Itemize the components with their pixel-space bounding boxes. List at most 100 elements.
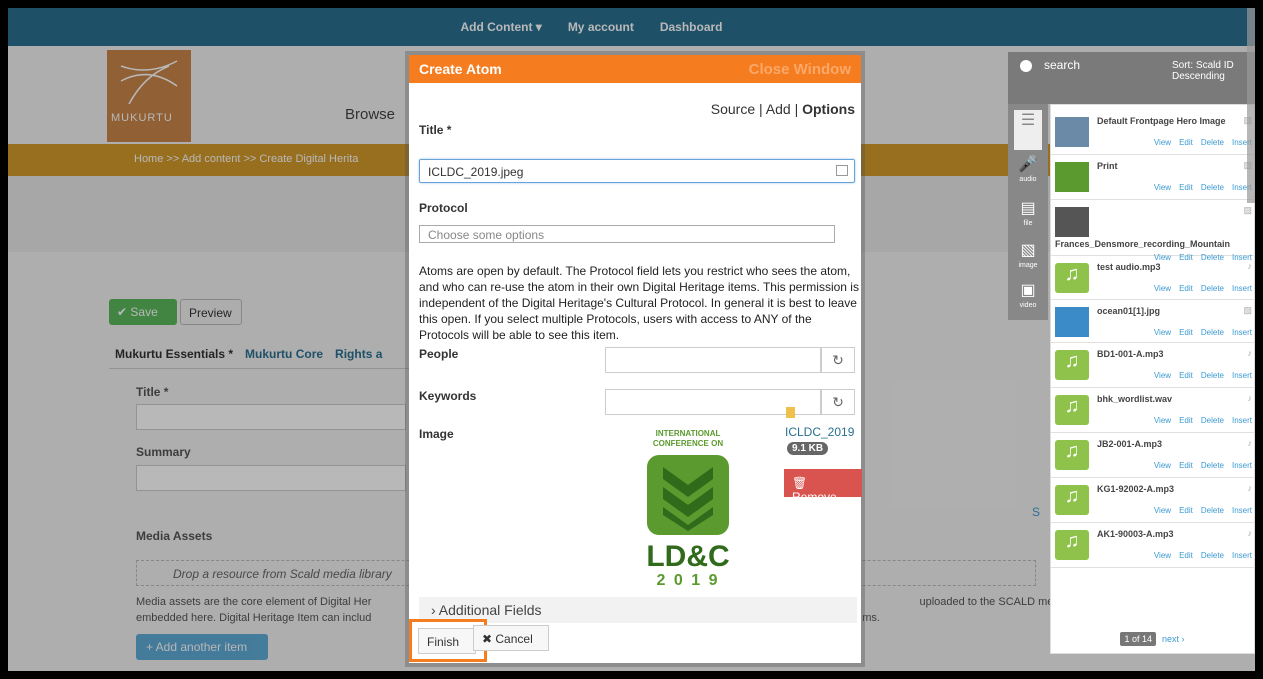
library-action-view[interactable]: View [1154, 551, 1171, 560]
scald-library: Default Frontpage Hero Image ▨ View Edit Del… [1050, 104, 1255, 654]
microphone-icon: ♪ [1247, 438, 1253, 448]
add-link[interactable]: Add [766, 101, 791, 117]
library-action-insert[interactable]: Insert [1232, 416, 1252, 425]
microphone-icon: ♪ [1247, 528, 1253, 538]
library-action-delete[interactable]: Delete [1201, 328, 1224, 337]
library-item[interactable]: ♫ JB2-001-A.mp3 ♪ View Edit Delete Insert [1051, 434, 1255, 478]
people-refresh-icon[interactable]: ↻ [821, 347, 855, 373]
library-action-insert[interactable]: Insert [1232, 328, 1252, 337]
audio-thumb-icon: ♫ [1055, 485, 1089, 515]
library-item[interactable]: Print▨ViewEditDeleteInsert [1051, 156, 1255, 200]
library-action-insert[interactable]: Insert [1232, 506, 1252, 515]
library-item-actions: View Edit Delete Insert [1154, 461, 1252, 470]
library-action-view[interactable]: View [1154, 461, 1171, 470]
library-action-edit[interactable]: Edit [1179, 461, 1193, 470]
library-action-edit[interactable]: Edit [1179, 551, 1193, 560]
search-icon[interactable] [1020, 60, 1032, 72]
modal-body: Source | Add | Options Title * ICLDC_201… [409, 83, 862, 623]
image-caption-top: INTERNATIONAL CONFERENCE ON [652, 429, 724, 448]
source-link[interactable]: Source [711, 101, 755, 117]
people-input[interactable] [605, 347, 821, 373]
type-file[interactable]: ▤ file [1014, 198, 1042, 238]
library-action-view[interactable]: View [1154, 506, 1171, 515]
library-action-insert[interactable]: Insert [1232, 551, 1252, 560]
library-action-view[interactable]: View [1154, 416, 1171, 425]
library-action-view[interactable]: View [1154, 371, 1171, 380]
library-action-edit[interactable]: Edit [1179, 371, 1193, 380]
close-window-link[interactable]: Close Window [749, 61, 851, 78]
library-action-view[interactable]: View [1154, 138, 1171, 147]
library-action-view[interactable]: View [1154, 284, 1171, 293]
library-item-name: Print [1097, 161, 1118, 171]
type-audio[interactable]: 🎤 audio [1014, 154, 1042, 194]
search-label[interactable]: search [1044, 58, 1080, 72]
protocol-label: Protocol [419, 201, 468, 215]
finish-button[interactable]: Finish [418, 628, 476, 654]
library-action-view[interactable]: View [1154, 328, 1171, 337]
type-label: audio [1019, 176, 1037, 183]
remove-button[interactable]: 🗑 Remove [784, 469, 862, 504]
library-action-edit[interactable]: Edit [1179, 506, 1193, 515]
file-icon [786, 407, 795, 418]
library-item[interactable]: Frances_Densmore_recording_Mountain ▨ View… [1051, 201, 1255, 262]
library-action-delete[interactable]: Delete [1201, 416, 1224, 425]
library-item-name: KG1-92002-A.mp3 [1097, 484, 1175, 494]
library-action-delete[interactable]: Delete [1201, 371, 1224, 380]
library-action-view[interactable]: View [1154, 183, 1171, 192]
protocol-select[interactable]: Choose some options [419, 225, 835, 243]
library-item[interactable]: ♫ KG1-92002-A.mp3 ♪ View Edit Delete Insert [1051, 479, 1255, 523]
microphone-icon: ♪ [1247, 261, 1253, 271]
library-action-delete[interactable]: Delete [1201, 461, 1224, 470]
library-action-delete[interactable]: Delete [1201, 506, 1224, 515]
library-action-edit[interactable]: Edit [1179, 416, 1193, 425]
library-item-name: BD1-001-A.mp3 [1097, 349, 1164, 359]
image-thumb [1055, 117, 1089, 147]
library-item[interactable]: Default Frontpage Hero Image▨ViewEditDel… [1051, 111, 1255, 155]
image-preview: INTERNATIONAL CONFERENCE ON LD&C 2 0 1 9 [633, 429, 743, 589]
library-action-delete[interactable]: Delete [1201, 551, 1224, 560]
keywords-refresh-icon[interactable]: ↻ [821, 389, 855, 415]
library-action-delete[interactable]: Delete [1201, 183, 1224, 192]
library-item-actions: View Edit Delete Insert [1154, 551, 1252, 560]
keywords-label: Keywords [419, 389, 477, 403]
cancel-button[interactable]: ✖ Cancel [473, 625, 549, 651]
library-item[interactable]: ♫ AK1-90003-A.mp3 ♪ View Edit Delete Insert [1051, 524, 1255, 568]
library-type-filter: ☰ 🎤 audio ▤ file ▧ image ▣ video [1008, 104, 1048, 320]
create-atom-modal: Create Atom Close Window Source | Add | … [409, 55, 862, 663]
library-action-edit[interactable]: Edit [1179, 328, 1193, 337]
image-thumb [1055, 307, 1089, 337]
audio-thumb-icon: ♫ [1055, 395, 1089, 425]
type-all[interactable]: ☰ [1014, 110, 1042, 150]
library-action-delete[interactable]: Delete [1201, 284, 1224, 293]
library-action-edit[interactable]: Edit [1179, 183, 1193, 192]
library-item-name: JB2-001-A.mp3 [1097, 439, 1163, 449]
atom-title-input[interactable]: ICLDC_2019.jpeg [419, 159, 855, 183]
library-action-insert[interactable]: Insert [1232, 371, 1252, 380]
microphone-icon: 🎤 [1018, 156, 1038, 173]
type-image[interactable]: ▧ image [1014, 240, 1042, 280]
pager-next[interactable]: next › [1162, 634, 1185, 644]
library-item[interactable]: ocean01[1].jpg ▨ View Edit Delete Insert [1051, 301, 1255, 343]
library-action-delete[interactable]: Delete [1201, 138, 1224, 147]
pager-current: 1 of 14 [1120, 632, 1156, 646]
library-action-insert[interactable]: Insert [1232, 284, 1252, 293]
library-item-name: Default Frontpage Hero Image [1097, 116, 1226, 126]
contact-card-icon [836, 165, 848, 176]
library-action-edit[interactable]: Edit [1179, 138, 1193, 147]
library-pager: 1 of 14 next › [1050, 624, 1255, 654]
sort-label[interactable]: Sort: Scald ID Descending [1172, 60, 1255, 82]
audio-thumb-icon: ♫ [1055, 530, 1089, 560]
atom-title-value: ICLDC_2019.jpeg [428, 165, 524, 179]
file-name-link[interactable]: ICLDC_2019 [785, 425, 854, 439]
library-item[interactable]: ♫ bhk_wordlist.wav ♪ View Edit Delete Insert [1051, 389, 1255, 433]
scrollbar[interactable] [1247, 8, 1255, 203]
image-icon: ▧ [1020, 242, 1036, 259]
library-item[interactable]: ♫ BD1-001-A.mp3 ♪ View Edit Delete Insert [1051, 344, 1255, 388]
type-video[interactable]: ▣ video [1014, 280, 1042, 320]
library-item[interactable]: ♫ test audio.mp3 ♪ View Edit Delete Insert [1051, 257, 1255, 300]
options-link[interactable]: Options [802, 101, 855, 117]
library-action-insert[interactable]: Insert [1232, 461, 1252, 470]
library-action-edit[interactable]: Edit [1179, 284, 1193, 293]
image-caption-big: LD&C [646, 540, 730, 573]
protocol-description: Atoms are open by default. The Protocol … [419, 264, 859, 342]
